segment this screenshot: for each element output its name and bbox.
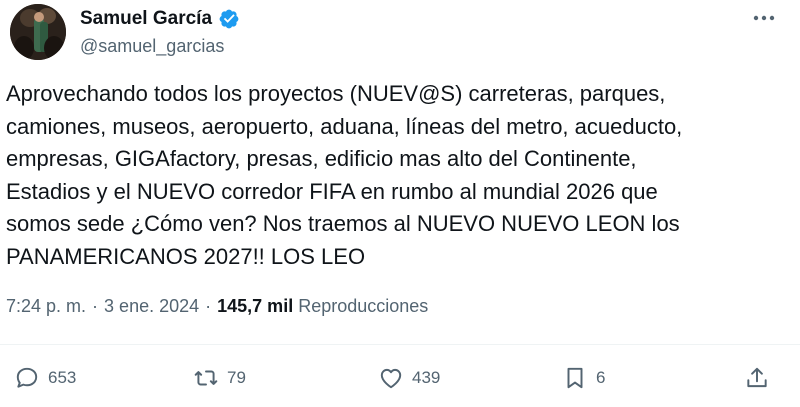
- meta-separator: ·: [92, 296, 99, 316]
- like-count: 439: [412, 368, 441, 387]
- tweet-text: Aprovechando todos los proyectos (NUEV@S…: [6, 78, 786, 273]
- tweet-text-line: empresas, GIGAfactory, presas, edificio …: [6, 146, 637, 171]
- tweet-text-line: Aprovechando todos los proyectos (NUEV@S…: [6, 81, 666, 106]
- action-bar: 653 79 439 6: [0, 360, 800, 396]
- more-options-button[interactable]: [750, 8, 778, 28]
- name-row: Samuel García: [80, 6, 240, 32]
- tweet-text-line: somos sede ¿Cómo ven? Nos traemos al NUE…: [6, 211, 680, 236]
- author-block: Samuel García @samuel_garcias: [80, 6, 240, 57]
- retweet-count: 79: [227, 368, 246, 387]
- like-button[interactable]: 439: [378, 360, 440, 396]
- avatar-image: [10, 4, 66, 60]
- author-handle[interactable]: @samuel_garcias: [80, 36, 240, 57]
- tweet-date[interactable]: 3 ene. 2024: [104, 296, 199, 317]
- retweet-button[interactable]: 79: [193, 360, 246, 396]
- reply-count: 653: [48, 368, 77, 387]
- verified-badge-icon[interactable]: [218, 8, 240, 30]
- bookmark-icon: [567, 367, 583, 389]
- tweet-text-line: Estadios y el NUEVO corredor FIFA en rum…: [6, 178, 658, 204]
- author-display-name[interactable]: Samuel García: [80, 8, 212, 30]
- retweet-icon: [194, 370, 218, 386]
- more-horizontal-icon: [753, 15, 775, 21]
- share-icon: [747, 367, 767, 388]
- views-label[interactable]: Reproducciones: [298, 296, 428, 316]
- bookmark-button[interactable]: 6: [562, 360, 605, 396]
- tweet-time[interactable]: 7:24 p. m.: [6, 296, 86, 317]
- views-count[interactable]: 145,7 mil: [217, 296, 293, 316]
- divider: [0, 344, 800, 345]
- meta-separator: ·: [205, 296, 212, 316]
- bookmark-count: 6: [596, 368, 606, 387]
- reply-button[interactable]: 653: [14, 360, 76, 396]
- avatar[interactable]: [10, 4, 66, 60]
- tweet-card: Samuel García @samuel_garcias Aprovechan…: [0, 0, 800, 407]
- tweet-meta: 7:24 p. m. · 3 ene. 2024 · 145,7 mil Rep…: [6, 296, 428, 317]
- tweet-text-line: camiones, museos, aeropuerto, aduana, lí…: [6, 113, 683, 139]
- reply-icon: [16, 367, 38, 388]
- tweet-text-line: PANAMERICANOS 2027!! LOS LEO: [6, 243, 366, 269]
- heart-icon: [380, 368, 402, 389]
- share-button[interactable]: [744, 360, 770, 396]
